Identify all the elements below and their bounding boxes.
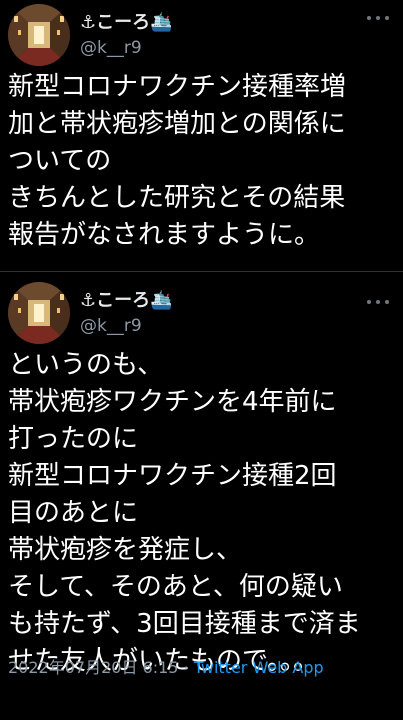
tweet-text-line: 報告がなされますように。 — [8, 220, 321, 250]
tweet-text-line: 加と帯状疱疹増加との関係に — [8, 109, 346, 139]
display-name[interactable]: ⚓こーろ🛳️ — [80, 10, 173, 33]
tweet-text-line: 新型コロナワクチン接種2回 — [8, 461, 337, 491]
avatar[interactable] — [8, 282, 70, 344]
tweet-text-line: 新型コロナワクチン接種率増 — [8, 72, 347, 102]
tweet-text-line: ついての — [8, 146, 112, 176]
meta-separator: · — [178, 658, 194, 677]
tweet-text-line: 目のあとに — [8, 498, 139, 528]
tweet-text: 新型コロナワクチン接種率増 加と帯状疱疹増加との関係に ついての きちんとした研… — [8, 69, 398, 254]
display-name[interactable]: ⚓こーろ🛳️ — [80, 288, 173, 311]
tweet-text-line: 帯状疱疹を発症し、 — [8, 535, 243, 565]
timestamp[interactable]: 2022年07月20日 6:15 — [8, 658, 178, 677]
tweet-text-line: 打ったのに — [8, 424, 139, 454]
avatar[interactable] — [8, 4, 70, 66]
tweet-text-line: きちんとした研究とその結果 — [8, 183, 346, 213]
user-handle[interactable]: @k__r9 — [80, 38, 142, 58]
tweet[interactable]: ⚓こーろ🛳️ @k__r9 新型コロナワクチン接種率増 加と帯状疱疹増加との関係… — [0, 0, 403, 272]
tweet-text-line: というのも、 — [8, 350, 164, 380]
tweet-metadata: 2022年07月20日 6:15 · Twitter Web App — [8, 654, 324, 678]
tweet-text: というのも、 帯状疱疹ワクチンを4年前に 打ったのに 新型コロナワクチン接種2回… — [8, 347, 398, 680]
tweet[interactable]: ⚓こーろ🛳️ @k__r9 というのも、 帯状疱疹ワクチンを4年前に 打ったのに… — [0, 272, 403, 720]
tweet-text-line: も持たず、3回目接種まで済ま — [8, 609, 361, 639]
source-app-link[interactable]: Twitter Web App — [194, 658, 324, 677]
more-icon[interactable] — [367, 14, 389, 22]
tweet-text-line: 帯状疱疹ワクチンを4年前に — [8, 387, 337, 417]
more-icon[interactable] — [367, 298, 389, 306]
tweet-text-line: そして、そのあと、何の疑い — [8, 572, 343, 602]
user-handle[interactable]: @k__r9 — [80, 316, 142, 336]
